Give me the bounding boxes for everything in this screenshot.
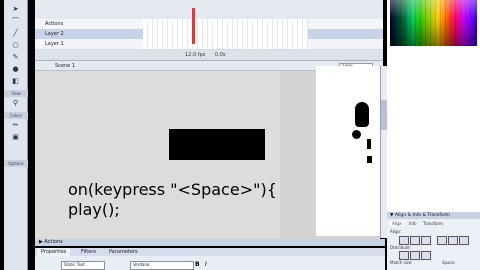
- italic-icon[interactable]: I: [205, 261, 207, 268]
- tools-section-view: View: [4, 90, 28, 97]
- tools-panel: ➤ ⌒ ╱ ○ ✎ ● ◧ View ⚲ Colors ✏ ▣ Options: [4, 0, 28, 270]
- swatch-shading: [390, 0, 477, 46]
- align-panel: Align Info Transform Align: Distribute: …: [387, 219, 480, 270]
- align-top-icon[interactable]: [437, 236, 447, 245]
- actions-title: ▶ Actions: [39, 239, 63, 245]
- bold-icon[interactable]: B: [195, 261, 200, 268]
- distribute-icon[interactable]: [399, 251, 409, 260]
- stage-white-region: [316, 66, 380, 236]
- tab-transform[interactable]: Transform: [423, 221, 443, 226]
- vertical-scrollbar[interactable]: [380, 66, 387, 238]
- clef-shape: [355, 102, 369, 127]
- fill-color-icon[interactable]: ▣: [7, 132, 24, 143]
- frames-strip[interactable]: [143, 19, 308, 29]
- timeline-status-bar: 12.0 fps 0.0s: [35, 50, 383, 60]
- align-left-icon[interactable]: [399, 236, 409, 245]
- selection-tool-icon[interactable]: ➤: [7, 4, 24, 15]
- layer-row[interactable]: Layer 1: [35, 39, 383, 50]
- code-overlay: on(keypress "<Space>"){play();: [68, 180, 277, 220]
- align-panel-header[interactable]: ▼ Align & Info & Transform: [387, 212, 480, 219]
- actions-panel-header[interactable]: ▶ Actions: [35, 239, 385, 246]
- layer-name: Layer 2: [45, 31, 64, 37]
- layer-name: Actions: [45, 21, 64, 27]
- align-middle-icon[interactable]: [448, 236, 458, 245]
- frames-strip[interactable]: [143, 39, 308, 49]
- clef-dot: [352, 130, 361, 139]
- align-right-icon[interactable]: [421, 236, 431, 245]
- clef-tail: [367, 156, 372, 163]
- space-label: Space:: [442, 260, 456, 265]
- button-rectangle[interactable]: [169, 129, 265, 160]
- tab-parameters[interactable]: Parameters: [105, 248, 142, 256]
- zoom-tool-icon[interactable]: ⚲: [7, 98, 24, 109]
- tab-properties[interactable]: Properties: [37, 248, 71, 256]
- align-panel-title: ▼ Align & Info & Transform: [390, 213, 450, 218]
- tab-info[interactable]: Info: [409, 221, 417, 226]
- properties-tabs: Properties Filters Parameters: [35, 248, 385, 256]
- tab-align[interactable]: Align: [390, 221, 405, 226]
- tab-filters[interactable]: Filters: [77, 248, 100, 256]
- oval-tool-icon[interactable]: ○: [7, 40, 24, 51]
- align-label: Align:: [390, 229, 402, 234]
- align-center-icon[interactable]: [410, 236, 420, 245]
- timeline-panel: Actions Layer 2 Layer 1 12.0 fps 0.0s: [35, 0, 383, 61]
- ink-bottle-tool-icon[interactable]: ●: [7, 64, 24, 75]
- tools-section-colors: Colors: [4, 112, 28, 119]
- code-line: on(keypress "<Space>"){: [68, 180, 277, 199]
- right-panel-empty: [387, 46, 480, 212]
- match-size-label: Match size:: [390, 260, 413, 265]
- time-readout: 0.0s: [215, 52, 226, 58]
- pencil-tool-icon[interactable]: ✎: [7, 52, 24, 63]
- font-select[interactable]: Verdana: [130, 261, 194, 270]
- scene-label[interactable]: Scene 1: [55, 61, 75, 71]
- playhead[interactable]: [192, 8, 195, 44]
- fps-readout: 12.0 fps: [185, 52, 206, 58]
- frames-strip[interactable]: [143, 29, 308, 39]
- code-line: play();: [68, 200, 120, 219]
- align-bottom-icon[interactable]: [459, 236, 469, 245]
- line-tool-icon[interactable]: ╱: [7, 28, 24, 39]
- text-type-select[interactable]: Static Text: [61, 261, 105, 270]
- distribute-label: Distribute:: [390, 245, 412, 250]
- lasso-tool-icon[interactable]: ⌒: [7, 16, 24, 27]
- eraser-tool-icon[interactable]: ◧: [7, 76, 24, 87]
- layer-name: Layer 1: [45, 41, 64, 47]
- tools-section-options: Options: [4, 160, 28, 167]
- clef-tail: [367, 139, 371, 149]
- properties-panel: Static Text Verdana B I: [35, 256, 385, 270]
- distribute-icon[interactable]: [421, 251, 431, 260]
- distribute-icon[interactable]: [410, 251, 420, 260]
- stroke-color-icon[interactable]: ✏: [7, 120, 24, 131]
- timeline-ruler: [35, 12, 383, 19]
